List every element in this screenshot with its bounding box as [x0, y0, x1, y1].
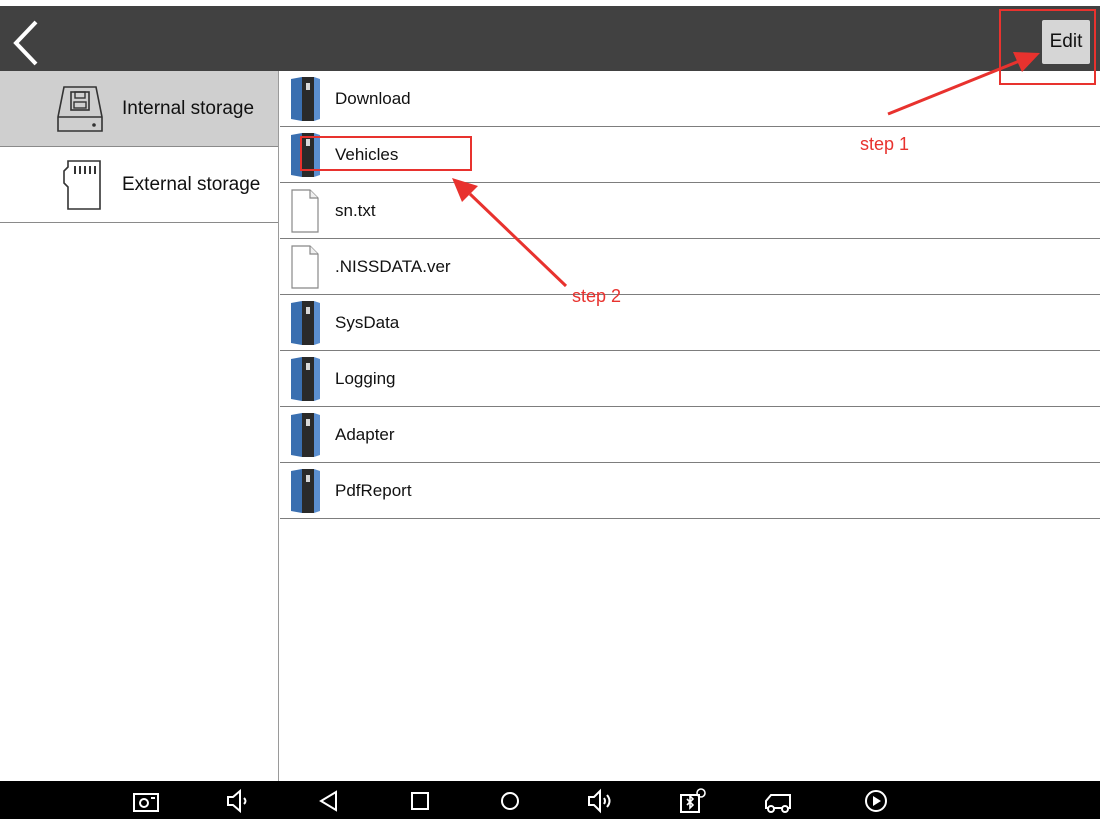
play-icon[interactable]: [862, 788, 890, 814]
chevron-left-icon: [13, 20, 38, 66]
sidebar-item-external-storage[interactable]: External storage: [0, 147, 278, 223]
file-name: sn.txt: [335, 201, 376, 220]
recents-square-icon[interactable]: [406, 788, 434, 814]
folder-icon: [291, 469, 320, 513]
folder-icon: [291, 357, 320, 401]
list-item[interactable]: Logging: [280, 351, 1100, 407]
list-item[interactable]: PdfReport: [280, 463, 1100, 519]
list-item[interactable]: SysData: [280, 295, 1100, 351]
step1-highlight-box: [999, 9, 1096, 85]
folder-icon: [291, 413, 320, 457]
volume-up-icon[interactable]: [586, 788, 614, 814]
back-triangle-icon[interactable]: [315, 788, 343, 814]
sidebar-item-internal-storage[interactable]: Internal storage: [0, 71, 278, 147]
list-item[interactable]: Download: [280, 71, 1100, 127]
file-name: Logging: [335, 369, 396, 388]
step1-label: step 1: [860, 134, 910, 154]
sidebar-item-label: External storage: [122, 174, 261, 195]
vci-bluetooth-icon[interactable]: [678, 788, 706, 814]
top-bar: Edit: [0, 0, 1100, 71]
screenshot-icon[interactable]: [132, 788, 160, 814]
vehicle-icon[interactable]: [764, 788, 792, 814]
list-item[interactable]: sn.txt: [280, 183, 1100, 239]
system-nav-bar: [0, 781, 1100, 819]
document-icon: [291, 189, 319, 233]
file-name: .NISSDATA.ver: [335, 257, 451, 276]
file-name: Download: [335, 89, 411, 108]
volume-down-icon[interactable]: [224, 788, 252, 814]
file-name: PdfReport: [335, 481, 412, 500]
folder-icon: [291, 301, 320, 345]
step2-highlight-box: [300, 136, 472, 171]
list-item[interactable]: Adapter: [280, 407, 1100, 463]
sidebar-item-label: Internal storage: [122, 98, 255, 119]
floppy-drive-icon: [57, 86, 103, 132]
file-name: SysData: [335, 313, 400, 332]
folder-icon: [291, 77, 320, 121]
list-item[interactable]: .NISSDATA.ver: [280, 239, 1100, 295]
step2-label: step 2: [572, 286, 622, 306]
back-button[interactable]: [8, 18, 48, 68]
storage-sidebar: Internal storage External storage: [0, 71, 279, 781]
file-name: Adapter: [335, 425, 395, 444]
home-circle-icon[interactable]: [496, 788, 524, 814]
document-icon: [291, 245, 319, 289]
file-list: Download Vehicles sn.txt .NISSDATA.ver S…: [280, 71, 1100, 781]
sd-card-icon: [63, 160, 101, 210]
